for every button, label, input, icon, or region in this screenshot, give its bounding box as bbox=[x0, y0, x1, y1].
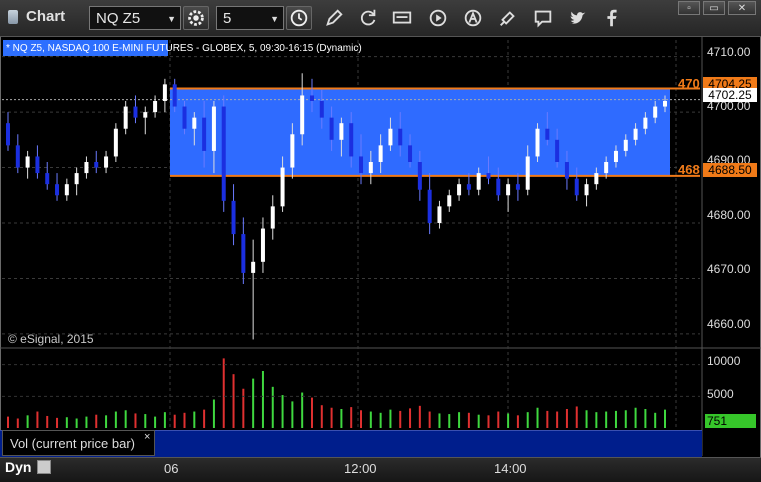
candle-body bbox=[182, 106, 187, 129]
candle-body bbox=[143, 112, 148, 118]
close-icon[interactable]: × bbox=[144, 431, 150, 443]
candle-body bbox=[545, 128, 550, 140]
candle-body bbox=[408, 145, 413, 162]
dynamic-mode-label[interactable]: Dyn bbox=[5, 459, 31, 475]
candle-body bbox=[25, 156, 30, 168]
candle-body bbox=[280, 167, 285, 207]
candle-body bbox=[290, 134, 295, 168]
price-tick: 4710.00 bbox=[707, 45, 751, 59]
candle-body bbox=[15, 145, 20, 168]
price-tick: 4660.00 bbox=[707, 317, 751, 331]
candle-body bbox=[574, 178, 579, 196]
candle-body bbox=[349, 123, 354, 157]
candle-body bbox=[476, 173, 481, 190]
candle-body bbox=[211, 106, 216, 151]
box-upper-clipped-label: 470 bbox=[678, 76, 700, 91]
price-tick: 4670.00 bbox=[707, 262, 751, 276]
volume-tick: 10000 bbox=[707, 354, 741, 368]
candle-body bbox=[663, 101, 667, 107]
candle-body bbox=[447, 195, 452, 207]
candle-body bbox=[653, 106, 658, 118]
symbol-description: * NQ Z5, NASDAQ 100 E-MINI FUTURES - GLO… bbox=[6, 43, 362, 54]
candle-body bbox=[329, 117, 334, 140]
lock-icon[interactable] bbox=[37, 460, 51, 474]
candle-body bbox=[594, 173, 599, 185]
candle-body bbox=[64, 184, 69, 196]
candle-body bbox=[300, 95, 305, 135]
candle-body bbox=[359, 156, 364, 174]
candle-body bbox=[309, 95, 314, 101]
candle-body bbox=[231, 200, 236, 235]
candle-body bbox=[378, 145, 383, 162]
volume-current-badge: 751 bbox=[705, 414, 756, 428]
candle-body bbox=[457, 184, 462, 196]
candle-body bbox=[104, 156, 109, 168]
candle-body bbox=[319, 101, 324, 118]
candle-body bbox=[515, 184, 520, 190]
candle-body bbox=[339, 123, 344, 140]
candle-body bbox=[84, 162, 89, 174]
candle-body bbox=[535, 128, 540, 157]
candle-body bbox=[123, 106, 128, 129]
candle-body bbox=[437, 206, 442, 223]
candle-body bbox=[584, 184, 589, 196]
candle-body bbox=[486, 173, 491, 179]
time-tick: 12:00 bbox=[344, 461, 377, 476]
candle-body bbox=[466, 184, 471, 190]
candle-body bbox=[398, 128, 403, 146]
price-tick: 4680.00 bbox=[707, 208, 751, 222]
candle-body bbox=[506, 184, 511, 196]
candle-body bbox=[368, 162, 373, 174]
candle-body bbox=[74, 173, 79, 185]
candle-body bbox=[251, 261, 256, 273]
candle-body bbox=[260, 228, 265, 262]
candle-body bbox=[427, 189, 432, 223]
candle-body bbox=[417, 162, 422, 190]
candle-body bbox=[133, 106, 138, 118]
volume-tick: 5000 bbox=[707, 387, 734, 401]
candle-body bbox=[613, 150, 618, 162]
candle-body bbox=[35, 156, 40, 174]
box-lower-price: 4688.50 bbox=[703, 163, 757, 177]
time-tick: 14:00 bbox=[494, 461, 527, 476]
candle-body bbox=[564, 162, 569, 179]
volume-study-label: Vol (current price bar) bbox=[10, 436, 135, 451]
candle-body bbox=[270, 206, 275, 229]
candle-body bbox=[496, 178, 501, 196]
box-lower-clipped-label: 468 bbox=[678, 162, 700, 177]
candle-body bbox=[6, 123, 10, 146]
candle-body bbox=[643, 117, 648, 129]
candle-body bbox=[113, 128, 118, 157]
candle-body bbox=[172, 84, 177, 107]
candle-body bbox=[623, 139, 628, 151]
time-tick: 06 bbox=[164, 461, 179, 476]
candle-body bbox=[153, 101, 158, 113]
current-price-badge: 4702.25 bbox=[703, 88, 757, 102]
candle-body bbox=[202, 117, 207, 151]
candle-body bbox=[55, 184, 60, 196]
candle-body bbox=[192, 117, 197, 129]
time-axis[interactable] bbox=[0, 457, 761, 482]
candle-body bbox=[604, 162, 609, 174]
candle-body bbox=[633, 128, 638, 140]
candle-body bbox=[388, 128, 393, 146]
candle-body bbox=[45, 173, 50, 185]
copyright-text: © eSignal, 2015 bbox=[8, 332, 94, 346]
candle-body bbox=[94, 162, 99, 168]
price-chart[interactable] bbox=[0, 0, 761, 481]
candle-body bbox=[525, 156, 530, 190]
candle-body bbox=[555, 139, 560, 162]
candle-body bbox=[162, 84, 167, 101]
candle-body bbox=[241, 234, 246, 273]
candle-body bbox=[221, 106, 226, 201]
